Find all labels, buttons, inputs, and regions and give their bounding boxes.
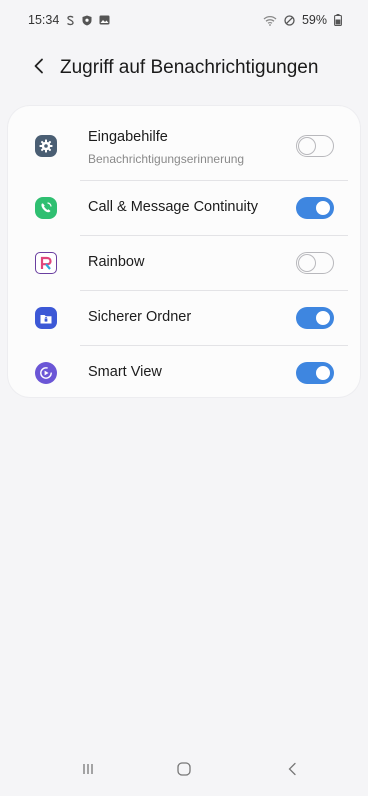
list-item-rainbow[interactable]: Rainbow [8, 236, 360, 290]
notification-access-list: Eingabehilfe Benachrichtigungserinnerung… [8, 106, 360, 397]
call-message-continuity-icon [35, 197, 57, 219]
battery-icon [334, 14, 342, 26]
list-item-call-message-continuity[interactable]: Call & Message Continuity [8, 181, 360, 235]
nav-back-button[interactable] [272, 751, 312, 791]
toggle-knob [298, 254, 316, 272]
app-subtitle: Benachrichtigungserinnerung [88, 152, 245, 166]
gallery-icon [99, 15, 110, 25]
app-name: Sicherer Ordner [88, 309, 192, 325]
toggle-knob [298, 137, 316, 155]
list-item-sicherer-ordner[interactable]: Sicherer Ordner [8, 291, 360, 345]
toggle-eingabehilfe[interactable] [296, 135, 334, 157]
battery-percent: 59% [301, 13, 327, 27]
page-title: Zugriff auf Benachrichtigungen [60, 57, 319, 78]
recent-apps-icon [81, 762, 95, 781]
shield-icon [82, 15, 92, 26]
chevron-left-icon [33, 58, 44, 79]
recent-apps-button[interactable] [68, 751, 108, 791]
home-button[interactable] [164, 751, 204, 791]
samsung-s-icon [66, 15, 75, 26]
status-time: 15:34 [28, 13, 60, 27]
back-button[interactable] [24, 52, 52, 84]
app-name: Eingabehilfe [88, 129, 168, 145]
rainbow-r-icon [35, 252, 57, 274]
status-bar: 15:34 59% [0, 0, 368, 40]
toggle-smart-view[interactable] [296, 362, 334, 384]
app-name: Call & Message Continuity [88, 199, 259, 215]
app-name: Rainbow [88, 254, 145, 270]
navigation-bar [0, 746, 368, 796]
home-icon [176, 761, 192, 782]
smart-view-icon [35, 362, 57, 384]
app-bar: Zugriff auf Benachrichtigungen [0, 48, 368, 88]
wifi-icon [263, 15, 277, 26]
back-icon [287, 762, 297, 781]
app-name: Smart View [88, 364, 162, 380]
secure-folder-icon [35, 307, 57, 329]
list-item-eingabehilfe[interactable]: Eingabehilfe Benachrichtigungserinnerung [8, 112, 360, 180]
list-item-smart-view[interactable]: Smart View [8, 346, 360, 400]
status-left: 15:34 [28, 13, 110, 27]
toggle-rainbow[interactable] [296, 252, 334, 274]
toggle-knob [314, 309, 332, 327]
toggle-call-message-continuity[interactable] [296, 197, 334, 219]
status-right: 59% [263, 13, 342, 27]
do-not-disturb-icon [284, 14, 295, 26]
toggle-sicherer-ordner[interactable] [296, 307, 334, 329]
toggle-knob [314, 364, 332, 382]
toggle-knob [314, 199, 332, 217]
settings-gear-icon [35, 135, 57, 157]
